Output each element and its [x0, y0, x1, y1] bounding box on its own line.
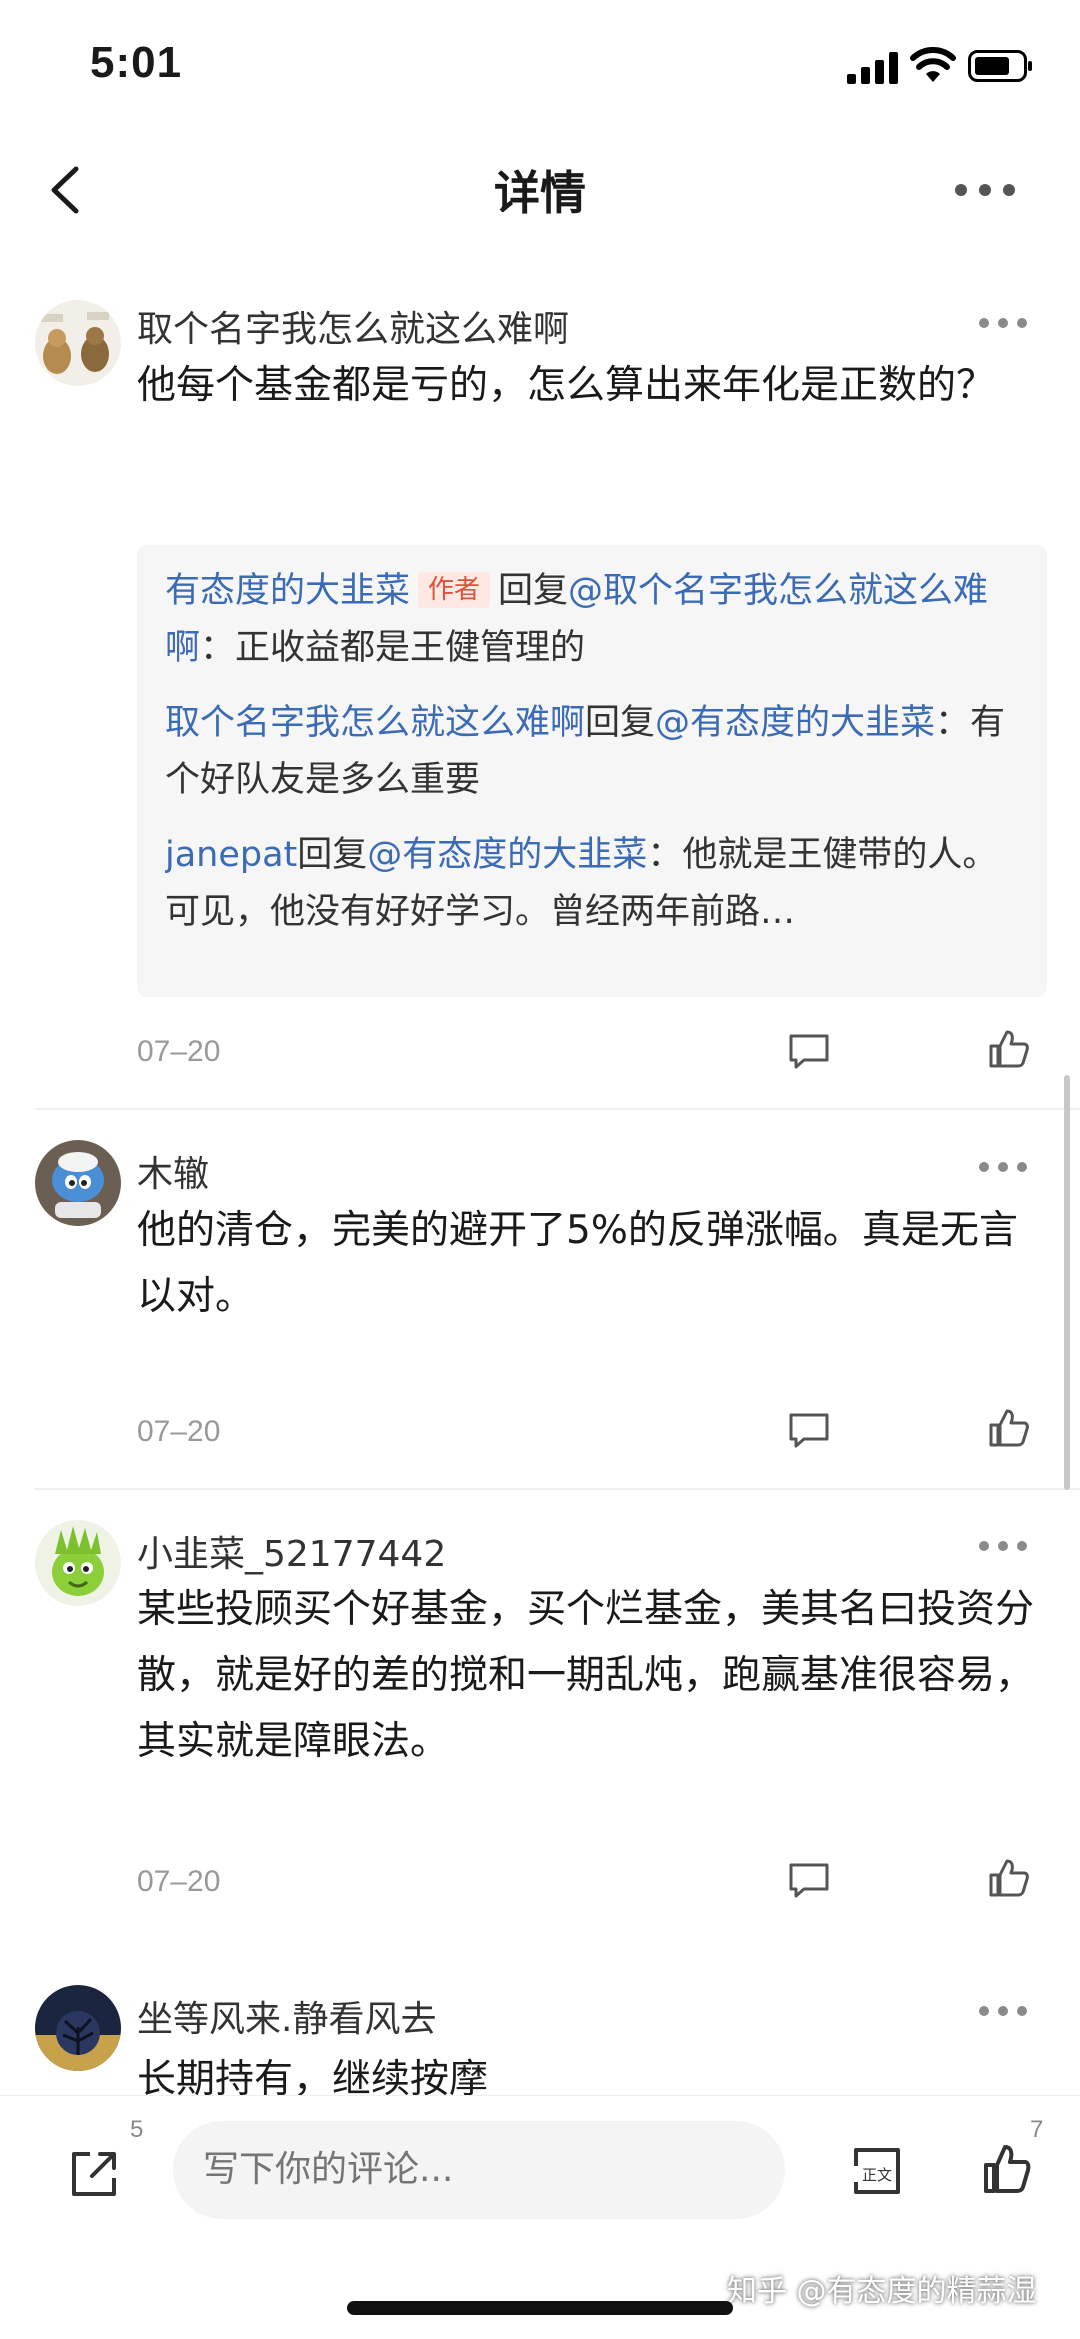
- comment-list: 取个名字我怎么就这么难啊 他每个基金都是亏的，怎么算出来年化是正数的？ 有态度的…: [0, 245, 1080, 2095]
- wifi-icon: [910, 47, 956, 82]
- reply-icon[interactable]: [788, 1033, 830, 1071]
- signal-icon: [847, 52, 898, 84]
- more-icon[interactable]: [978, 1159, 1028, 1175]
- page-title: 详情: [494, 166, 586, 220]
- watermark: 知乎 @有态度的精蒜湿: [727, 2274, 1037, 2309]
- reply-target[interactable]: @有态度的大韭菜: [367, 835, 647, 875]
- article-label: 正文: [862, 2166, 892, 2184]
- avatar[interactable]: [35, 1140, 121, 1226]
- comment-author[interactable]: 坐等风来.静看风去: [137, 1990, 436, 2042]
- more-icon[interactable]: [953, 175, 1017, 205]
- like-icon[interactable]: [988, 1408, 1030, 1448]
- like-count: 7: [1030, 2116, 1044, 2143]
- avatar[interactable]: [35, 1985, 121, 2071]
- reply-user[interactable]: 有态度的大韭菜: [165, 571, 410, 611]
- comment-text: 他每个基金都是亏的，怎么算出来年化是正数的？: [137, 363, 996, 408]
- more-icon[interactable]: [978, 2003, 1028, 2019]
- comment-author[interactable]: 取个名字我怎么就这么难啊: [137, 300, 569, 352]
- divider: [35, 1108, 1080, 1110]
- reply-item[interactable]: janepat回复@有态度的大韭菜：他就是王健带的人。可见，他没有好好学习。曾经…: [165, 827, 1019, 941]
- home-indicator[interactable]: [347, 2301, 733, 2315]
- reply-item[interactable]: 有态度的大韭菜 作者 回复@取个名字我怎么就这么难啊：正收益都是王健管理的: [165, 563, 1019, 677]
- comment-date: 07–20: [137, 1865, 221, 1898]
- scrollbar[interactable]: [1064, 1075, 1070, 1490]
- share-count: 5: [130, 2116, 144, 2143]
- comment-text: 长期持有，继续按摩: [137, 2057, 489, 2095]
- reply-verb: 回复: [498, 571, 569, 611]
- comment-date: 07–20: [137, 1415, 221, 1448]
- reply-list[interactable]: 有态度的大韭菜 作者 回复@取个名字我怎么就这么难啊：正收益都是王健管理的 取个名字…: [137, 545, 1047, 997]
- comment-input[interactable]: [173, 2121, 785, 2219]
- reply-user[interactable]: 取个名字我怎么就这么难啊: [165, 703, 585, 743]
- divider: [35, 1488, 1080, 1490]
- like-icon[interactable]: [988, 1029, 1030, 1069]
- author-badge: 作者: [418, 572, 491, 608]
- comment-text: 某些投顾买个好基金，买个烂基金，美其名曰投资分散，就是好的差的搅和一期乱炖，跑赢…: [137, 1587, 1035, 1764]
- reply-item[interactable]: 取个名字我怎么就这么难啊回复@有态度的大韭菜：有个好队友是多么重要: [165, 695, 1019, 809]
- article-icon[interactable]: 正文: [852, 2146, 902, 2196]
- comment-text: 他的清仓，完美的避开了5%的反弹涨幅。真是无言以对。: [137, 1208, 1018, 1319]
- comment-date: 07–20: [137, 1035, 221, 1068]
- reply-verb: 回复: [585, 703, 656, 743]
- reply-icon[interactable]: [788, 1862, 830, 1900]
- reply-verb: 回复: [297, 835, 368, 875]
- status-bar: 5:01: [0, 0, 1080, 135]
- like-icon[interactable]: [988, 1858, 1030, 1898]
- reply-icon[interactable]: [788, 1412, 830, 1450]
- reply-text: ：正收益都是王健管理的: [200, 628, 586, 668]
- nav-bar: 详情: [0, 135, 1080, 245]
- status-time: 5:01: [90, 38, 183, 87]
- avatar[interactable]: [35, 300, 121, 386]
- comment-author[interactable]: 小韭菜_52177442: [137, 1525, 446, 1577]
- like-icon[interactable]: [983, 2143, 1031, 2195]
- share-icon[interactable]: [68, 2148, 120, 2200]
- battery-icon: [968, 50, 1032, 82]
- reply-user[interactable]: janepat: [165, 835, 297, 875]
- more-icon[interactable]: [978, 315, 1028, 331]
- bottom-bar: 5 正文 7 知乎 @有态度的精蒜湿: [0, 2095, 1080, 2339]
- comment-author[interactable]: 木辙: [137, 1145, 209, 1197]
- more-icon[interactable]: [978, 1538, 1028, 1554]
- reply-target[interactable]: @有态度的大韭菜: [655, 703, 935, 743]
- avatar[interactable]: [35, 1520, 121, 1606]
